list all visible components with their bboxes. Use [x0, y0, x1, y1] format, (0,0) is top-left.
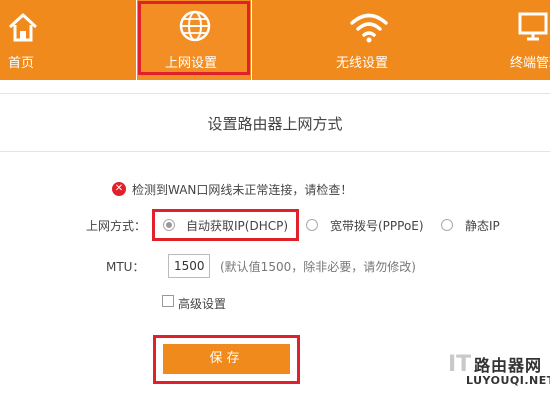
nav-tab-home[interactable]: 首页: [0, 0, 60, 80]
mtu-hint: (默认值1500，除非必要，请勿修改): [220, 260, 416, 274]
save-button[interactable]: 保存: [163, 344, 290, 374]
radio-dhcp-label[interactable]: 自动获取IP(DHCP): [186, 217, 288, 234]
monitor-icon: [518, 12, 550, 46]
nav-tab-internet[interactable]: 上网设置: [136, 0, 252, 80]
radio-dhcp[interactable]: [163, 219, 175, 231]
divider-top: [0, 93, 550, 94]
advanced-settings-checkbox[interactable]: [162, 295, 174, 307]
nav-tab-wireless-label: 无线设置: [336, 56, 389, 71]
wifi-icon: [348, 10, 390, 48]
nav-tab-devices-label: 终端管理: [510, 56, 550, 71]
radio-static-ip-label[interactable]: 静态IP: [465, 217, 500, 234]
advanced-settings-label[interactable]: 高级设置: [178, 295, 226, 312]
router-settings-page: 首页 上网设置 无线设置 终端管 设置路由器上网方式 ✕ 检测到WAN口网线未正…: [0, 0, 550, 398]
connection-type-label: 上网方式：: [86, 219, 147, 233]
wan-alert: ✕ 检测到WAN口网线未正常连接，请检查！: [112, 181, 352, 197]
watermark-site-name: 路由器网: [474, 356, 543, 375]
nav-tab-internet-label: 上网设置: [165, 56, 218, 71]
globe-icon: [178, 9, 212, 47]
page-title: 设置路由器上网方式: [207, 115, 343, 133]
nav-tab-devices[interactable]: 终端管理: [496, 0, 550, 80]
radio-pppoe[interactable]: [306, 219, 318, 231]
divider-title: [0, 151, 550, 152]
home-icon: [6, 10, 40, 48]
radio-pppoe-label[interactable]: 宽带拨号(PPPoE): [330, 217, 424, 234]
wan-alert-text: 检测到WAN口网线未正常连接，请检查！: [132, 182, 353, 197]
error-icon: ✕: [112, 182, 126, 196]
radio-static-ip[interactable]: [441, 219, 453, 231]
mtu-input[interactable]: 1500: [168, 254, 210, 278]
nav-tab-wireless[interactable]: 无线设置: [320, 0, 420, 80]
mtu-label: MTU：: [106, 260, 145, 274]
watermark-url: LUYOUQI.NET: [466, 374, 550, 387]
top-nav: 首页 上网设置 无线设置 终端管: [0, 0, 550, 80]
nav-tab-home-label: 首页: [8, 56, 35, 71]
